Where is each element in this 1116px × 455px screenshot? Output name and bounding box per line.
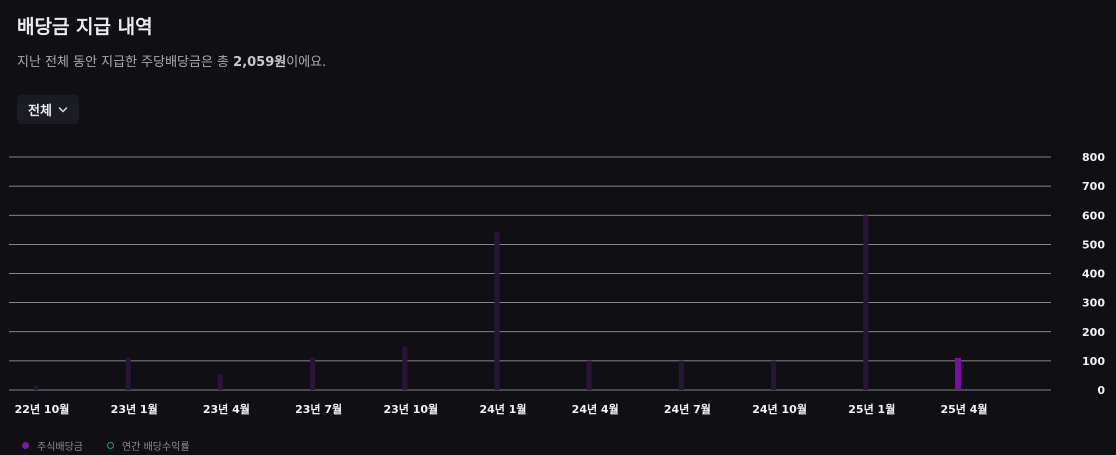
y-tick-label: 100: [1082, 355, 1105, 368]
x-tick-label: 25년 1월: [848, 402, 895, 416]
legend-item-yield[interactable]: 연간 배당수익률: [107, 438, 190, 453]
x-tick-label: 24년 10월: [752, 402, 807, 416]
legend-label-dividend: 주식배당금: [37, 442, 83, 453]
chart-legend: 주식배당금 연간 배당수익률: [22, 438, 190, 453]
y-tick-label: 700: [1082, 180, 1105, 193]
legend-item-dividend[interactable]: 주식배당금: [22, 438, 83, 453]
summary-suffix: 이에요.: [286, 55, 327, 70]
dividend-bar: [217, 373, 223, 390]
dividend-bar: [586, 360, 592, 390]
chevron-down-icon: [58, 106, 68, 112]
y-tick-label: 800: [1082, 151, 1105, 164]
y-tick-label: 400: [1082, 268, 1105, 281]
y-tick-label: 200: [1082, 326, 1105, 339]
dividend-bar: [955, 357, 961, 390]
legend-label-yield: 연간 배당수익률: [122, 442, 190, 453]
dividend-bar: [494, 231, 500, 390]
period-filter-dropdown[interactable]: 전체: [17, 95, 79, 124]
page-title: 배당금 지급 내역: [17, 16, 153, 38]
dividend-bar: [310, 357, 316, 390]
yield-legend-ring: [107, 442, 114, 449]
y-tick-label: 0: [1097, 384, 1105, 397]
period-filter-label: 전체: [28, 104, 52, 119]
dividend-bar: [125, 357, 131, 390]
x-tick-label: 24년 4월: [572, 402, 619, 416]
summary-prefix: 지난 전체 동안 지급한 주당배당금은 총: [17, 55, 234, 70]
x-tick-label: 23년 10월: [383, 402, 438, 416]
dividend-history-panel: 배당금 지급 내역 지난 전체 동안 지급한 주당배당금은 총 2,059원이에…: [0, 0, 1116, 455]
x-tick-label: 24년 1월: [479, 402, 526, 416]
dividend-bar: [771, 360, 777, 390]
dividend-bar: [678, 360, 684, 390]
x-tick-label: 22년 10월: [15, 402, 70, 416]
dividend-bar: [402, 346, 408, 390]
x-tick-label: 24년 7월: [664, 402, 711, 416]
dividend-summary: 지난 전체 동안 지급한 주당배당금은 총 2,059원이에요.: [17, 51, 326, 70]
summary-total-amount: 2,059원: [233, 55, 287, 70]
y-tick-label: 600: [1082, 209, 1105, 222]
x-tick-label: 23년 7월: [295, 402, 342, 416]
y-tick-label: 500: [1082, 238, 1105, 251]
dividend-legend-dot: [22, 442, 29, 449]
dividend-bar: [33, 385, 39, 390]
dividend-bar-chart: 0 100 200 300 400 500 600 700 800 22년 10월 23년 1월 23…: [9, 151, 1105, 416]
dividend-bar: [863, 215, 869, 390]
x-tick-label: 23년 4월: [203, 402, 250, 416]
x-tick-label: 23년 1월: [111, 402, 158, 416]
y-tick-label: 300: [1082, 297, 1105, 310]
x-tick-label: 25년 4월: [940, 402, 987, 416]
